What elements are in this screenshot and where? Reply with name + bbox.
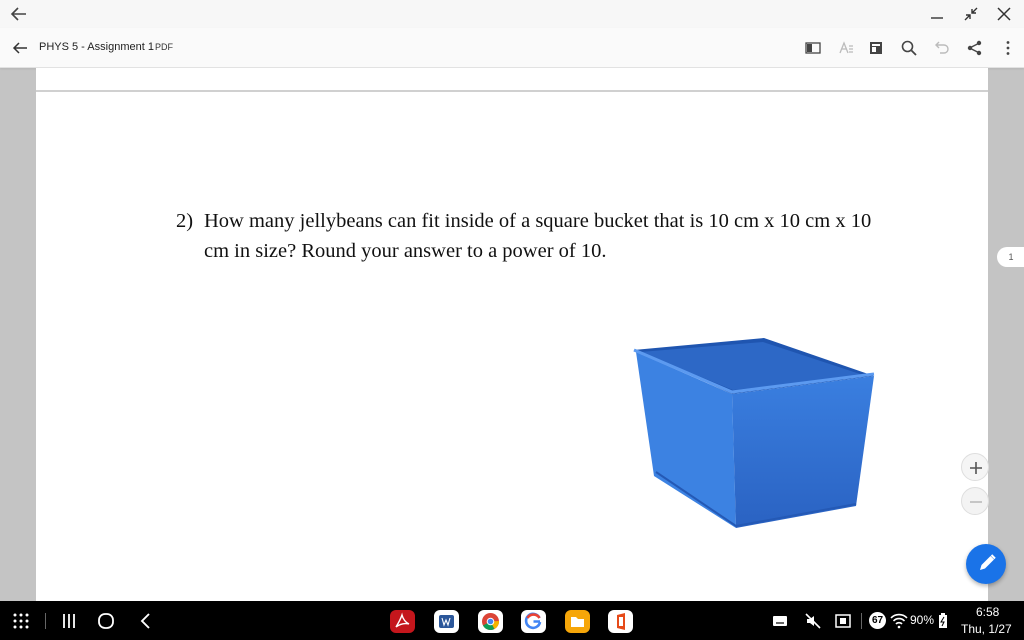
- text-recognition-icon[interactable]: [836, 38, 856, 58]
- clock-time: 6:58: [976, 605, 1000, 619]
- zoom-in-button[interactable]: [961, 453, 989, 481]
- window-titlebar: [0, 0, 1024, 28]
- wifi-icon[interactable]: [890, 613, 908, 629]
- mute-icon[interactable]: [804, 612, 822, 630]
- more-vert-icon[interactable]: [998, 38, 1018, 58]
- pencil-icon: [980, 554, 996, 570]
- battery-icon[interactable]: [938, 613, 948, 629]
- plus-icon: [970, 462, 982, 474]
- office-icon[interactable]: [608, 610, 633, 633]
- file-type-label: PDF: [155, 42, 173, 52]
- restore-icon[interactable]: [961, 4, 981, 24]
- question-number: 2): [176, 210, 194, 232]
- home-icon[interactable]: [97, 612, 115, 630]
- blue-bucket-image: [633, 338, 875, 528]
- edit-fab-button[interactable]: [966, 544, 1006, 584]
- page-divider: [36, 90, 988, 92]
- clock-date: Thu, 1/27: [961, 622, 1012, 636]
- recents-icon[interactable]: [60, 612, 78, 630]
- close-icon[interactable]: [994, 4, 1014, 24]
- battery-percent: 90%: [910, 613, 935, 627]
- google-icon[interactable]: [521, 610, 546, 633]
- question-text: How many jellybeans can fit inside of a …: [204, 210, 872, 262]
- chrome-icon[interactable]: [478, 610, 503, 633]
- pdf-page[interactable]: 2) How many jellybeans can fit inside of…: [36, 68, 988, 601]
- acrobat-icon[interactable]: [390, 610, 415, 633]
- taskbar-divider: [861, 613, 862, 629]
- files-icon[interactable]: [565, 610, 590, 633]
- system-taskbar: 67 90% 6:58 Thu, 1/27: [0, 601, 1024, 640]
- minus-icon: [970, 501, 982, 503]
- screen-capture-icon[interactable]: [834, 612, 852, 630]
- bookmark-icon[interactable]: [866, 38, 886, 58]
- back-icon[interactable]: [137, 612, 155, 630]
- app-toolbar: PHYS 5 - Assignment 1 PDF: [0, 28, 1024, 68]
- notification-badge[interactable]: 67: [869, 612, 886, 629]
- reading-mode-icon[interactable]: [803, 38, 823, 58]
- keyboard-icon[interactable]: [772, 614, 788, 628]
- undo-icon[interactable]: [931, 38, 951, 58]
- apps-grid-icon[interactable]: [12, 612, 30, 630]
- page-indicator[interactable]: 1: [997, 247, 1024, 267]
- search-icon[interactable]: [899, 38, 919, 58]
- share-icon[interactable]: [965, 38, 985, 58]
- taskbar-divider: [45, 613, 46, 629]
- minimize-icon[interactable]: [927, 4, 947, 24]
- zoom-out-button[interactable]: [961, 487, 989, 515]
- document-title: PHYS 5 - Assignment 1: [39, 41, 154, 53]
- word-icon[interactable]: [434, 610, 459, 633]
- window-back-icon[interactable]: [8, 3, 30, 25]
- back-arrow-icon[interactable]: [10, 38, 30, 58]
